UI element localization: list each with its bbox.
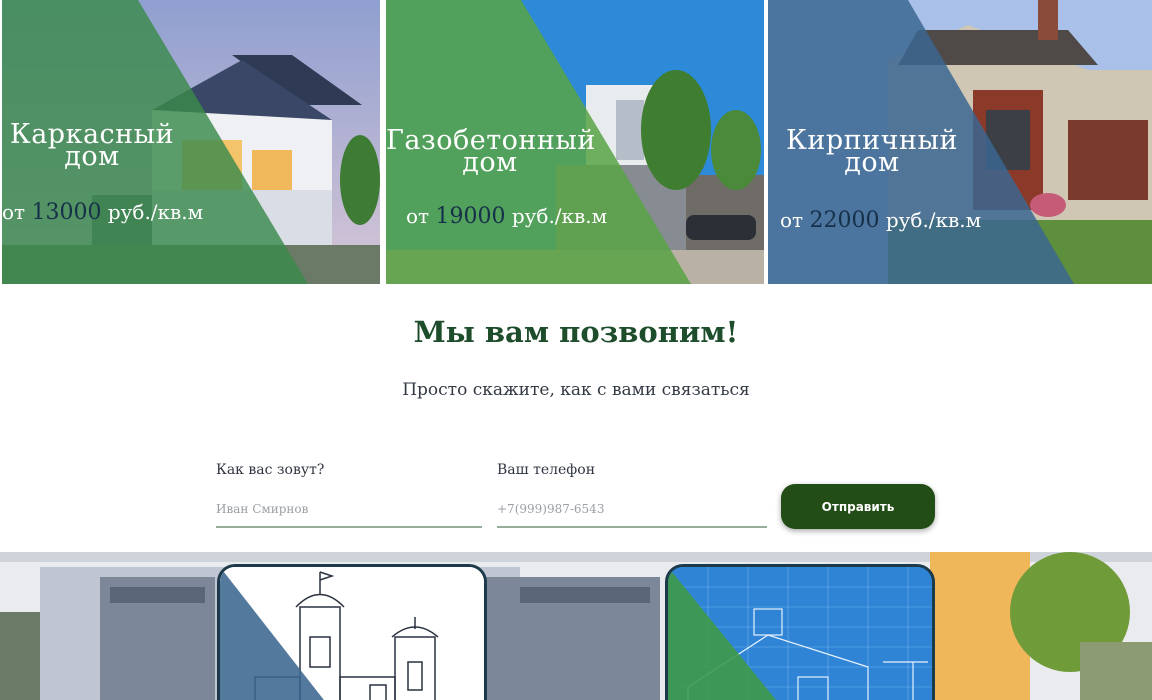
card-brick-house[interactable]: Кирпичный дом от 22000 руб./кв.м: [768, 0, 1152, 284]
card-aerated-concrete-house[interactable]: Газобетонный дом от 19000 руб./кв.м: [386, 0, 764, 284]
phone-input[interactable]: [497, 492, 767, 528]
price-value: 19000: [435, 204, 506, 229]
name-input[interactable]: [216, 492, 482, 528]
card-title: Газобетонный дом: [386, 127, 595, 176]
callback-subline: Просто скажите, как с вами связаться: [402, 380, 750, 400]
card-title: Кирпичный дом: [782, 127, 962, 176]
price-unit: руб./кв.м: [511, 204, 608, 228]
name-label: Как вас зовут?: [216, 462, 325, 478]
card-price: от 19000 руб./кв.м: [406, 204, 607, 229]
card-price: от 22000 руб./кв.м: [780, 208, 981, 233]
sketch-card[interactable]: [217, 564, 487, 700]
blueprint-illustration: [668, 567, 932, 700]
castle-sketch-illustration: [220, 567, 484, 700]
price-unit: руб./кв.м: [885, 208, 982, 232]
callback-headline: Мы вам позвоним!: [413, 315, 739, 349]
house-type-cards: Каркасный дом от 13000 руб./кв.м Газобет…: [0, 0, 1152, 284]
price-prefix: от: [2, 200, 26, 224]
price-value: 22000: [809, 208, 880, 233]
card-price: от 13000 руб./кв.м: [2, 200, 203, 225]
phone-label: Ваш телефон: [497, 462, 596, 478]
blueprint-card[interactable]: [665, 564, 935, 700]
price-prefix: от: [780, 208, 804, 232]
send-button[interactable]: Отправить: [781, 484, 935, 529]
garage-photo: [0, 552, 1152, 700]
card-title: Каркасный дом: [2, 121, 182, 170]
bottom-banner: [0, 552, 1152, 700]
price-unit: руб./кв.м: [107, 200, 204, 224]
price-value: 13000: [31, 200, 102, 225]
card-frame-house[interactable]: Каркасный дом от 13000 руб./кв.м: [2, 0, 380, 284]
price-prefix: от: [406, 204, 430, 228]
